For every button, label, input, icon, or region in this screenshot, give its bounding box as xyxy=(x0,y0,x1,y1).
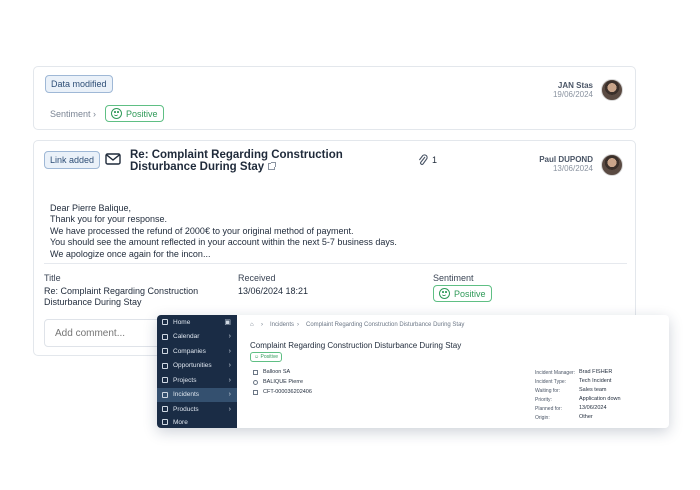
contact-line: BALIQUE Pierre xyxy=(253,379,303,385)
sentiment-badge: ☺ Positive xyxy=(250,352,283,362)
sidebar-item-incidents[interactable]: Incidents › xyxy=(157,387,237,402)
sentiment-label: Sentiment xyxy=(433,273,474,283)
home-icon xyxy=(162,319,168,326)
avatar xyxy=(601,79,623,101)
chevron-right-icon: › xyxy=(228,347,231,355)
received-value: 13/06/2024 18:21 xyxy=(238,286,309,296)
reference-line: CFT-000036202406 xyxy=(253,389,312,395)
sidebar-item-more[interactable]: More xyxy=(157,415,237,428)
sidebar-item-calendar[interactable]: Calendar › xyxy=(157,330,237,345)
detail-key: Waiting for: xyxy=(535,388,561,394)
sidebar-item-companies[interactable]: Companies › xyxy=(157,344,237,359)
sidebar-item-projects[interactable]: Projects › xyxy=(157,373,237,388)
smile-icon xyxy=(111,108,122,119)
title-label: Title xyxy=(44,273,61,283)
paperclip-icon[interactable] xyxy=(418,154,428,166)
detail-key: Planned for: xyxy=(535,406,562,412)
product-icon xyxy=(162,406,168,413)
activity-card-data-modified: Data modified JAN Stas 19/06/2024 Sentim… xyxy=(33,66,636,130)
email-subject[interactable]: Re: Complaint Regarding Construction Dis… xyxy=(130,149,410,173)
user-name: JAN Stas xyxy=(557,81,593,90)
detail-value: 13/06/2024 xyxy=(579,405,607,411)
sentiment-label: Sentiment › xyxy=(50,109,97,119)
detail-value: Other xyxy=(579,414,593,420)
incident-icon xyxy=(162,391,168,398)
collapse-icon[interactable]: ▣ xyxy=(224,318,231,326)
external-link-icon[interactable] xyxy=(268,162,277,171)
smile-icon xyxy=(439,288,450,299)
user-name: Paul DUPOND xyxy=(539,155,593,164)
detail-key: Incident Manager: xyxy=(535,370,576,376)
building-icon xyxy=(162,348,168,355)
sidebar-item-opportunities[interactable]: Opportunities › xyxy=(157,359,237,374)
sidebar-item-home[interactable]: Home ▣ xyxy=(157,315,237,330)
chevron-right-icon: › xyxy=(228,333,231,341)
incident-detail: ⌂ › Incidents › Complaint Regarding Cons… xyxy=(250,322,621,421)
sentiment-badge: Positive xyxy=(433,285,492,302)
detail-value: Tech Incident xyxy=(579,378,612,384)
detail-value: Application down xyxy=(579,396,621,402)
email-body: Dear Pierre Balique, Thank you for your … xyxy=(50,203,397,259)
activity-date: 13/06/2024 xyxy=(552,164,593,173)
breadcrumb-incidents[interactable]: Incidents xyxy=(270,322,294,328)
divider xyxy=(44,263,627,264)
chevron-right-icon: › xyxy=(228,362,231,370)
chevron-right-icon: › xyxy=(228,391,231,399)
home-icon[interactable]: ⌂ xyxy=(250,322,254,328)
page-title: Complaint Regarding Construction Disturb… xyxy=(250,341,462,350)
sentiment-badge: Positive xyxy=(105,105,164,122)
received-label: Received xyxy=(238,273,276,283)
envelope-icon xyxy=(105,153,121,165)
detail-value: Brad FISHER xyxy=(579,369,613,375)
chevron-right-icon: › xyxy=(228,376,231,384)
title-value: Re: Complaint Regarding Construction Dis… xyxy=(44,286,199,307)
link-added-badge: Link added xyxy=(44,151,101,169)
user-icon xyxy=(253,379,258,385)
chevron-right-icon: › xyxy=(228,405,231,413)
detail-key: Incident Type: xyxy=(535,379,567,385)
detail-key: Priority: xyxy=(535,397,552,403)
detail-key: Origin: xyxy=(535,415,550,421)
folder-icon xyxy=(162,377,168,384)
more-icon xyxy=(162,419,168,426)
sidebar: Home ▣ Calendar › Companies › Opportunities… xyxy=(157,315,237,428)
detail-value: Sales team xyxy=(579,387,607,393)
company-line: Balloon SA xyxy=(253,369,290,375)
calendar-icon xyxy=(162,333,168,340)
attachment-count: 1 xyxy=(432,155,438,165)
app-window-preview: Home ▣ Calendar › Companies › Opportunities… xyxy=(157,315,669,428)
activity-date: 19/06/2024 xyxy=(552,90,593,99)
ticket-icon xyxy=(253,389,258,395)
avatar xyxy=(601,154,623,176)
breadcrumb-current: Complaint Regarding Construction Disturb… xyxy=(306,322,465,328)
building-icon xyxy=(253,369,258,375)
opportunity-icon xyxy=(162,362,168,369)
data-modified-badge: Data modified xyxy=(45,75,113,93)
